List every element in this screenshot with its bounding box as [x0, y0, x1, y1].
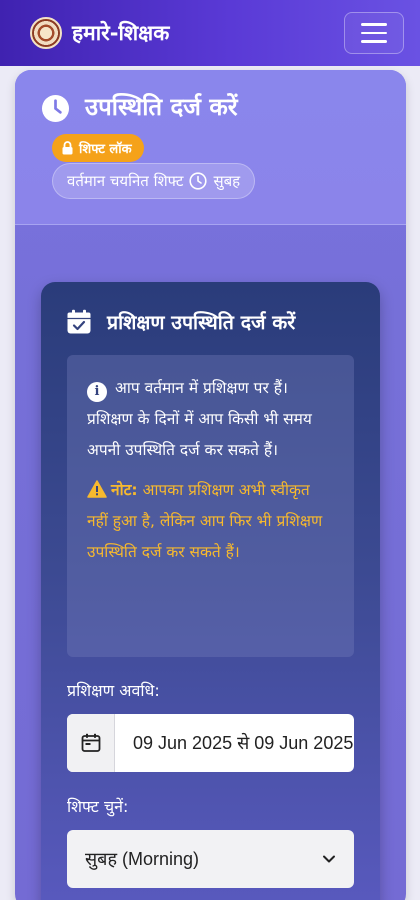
- current-shift-value: सुबह: [213, 172, 241, 190]
- clock-icon: [189, 172, 208, 190]
- shift-lock-label: शिफ्ट लॉक: [79, 142, 132, 157]
- clock-icon: [41, 94, 70, 123]
- warning-icon: [87, 480, 107, 498]
- lock-icon: [62, 141, 73, 155]
- page-title: उपस्थिति दर्ज करें: [85, 93, 238, 121]
- top-navbar: हमारे-शिक्षक: [0, 0, 420, 66]
- chevron-down-icon: [323, 855, 335, 863]
- attendance-card-header: उपस्थिति दर्ज करें शिफ्ट लॉक वर्तमान चयन…: [15, 70, 406, 225]
- training-period-label: प्रशिक्षण अवधि:: [67, 681, 160, 700]
- note-label: नोट:: [111, 481, 138, 499]
- training-info-text: आप वर्तमान में प्रशिक्षण पर हैं। प्रशिक्…: [87, 379, 312, 459]
- training-period-field[interactable]: 09 Jun 2025 से 09 Jun 2025: [67, 714, 354, 772]
- hamburger-icon: [361, 23, 387, 26]
- shift-lock-badge: शिफ्ट लॉक: [52, 134, 144, 162]
- shift-select[interactable]: सुबह (Morning): [67, 830, 354, 888]
- menu-toggle-button[interactable]: [344, 12, 404, 54]
- calendar-check-icon: [67, 309, 91, 334]
- current-shift-label: वर्तमान चयनित शिफ्ट: [67, 172, 184, 190]
- calendar-icon: [81, 733, 100, 752]
- brand-title[interactable]: हमारे-शिक्षक: [72, 19, 169, 47]
- shift-select-label: शिफ्ट चुनें:: [67, 797, 129, 816]
- approval-note: नोट: आपका प्रशिक्षण अभी स्वीकृत नहीं हुआ…: [87, 475, 334, 568]
- training-card-title: प्रशिक्षण उपस्थिति दर्ज करें: [107, 311, 296, 334]
- training-period-value: 09 Jun 2025 से 09 Jun 2025: [133, 733, 354, 753]
- current-shift-pill: वर्तमान चयनित शिफ्ट सुबह: [52, 163, 256, 199]
- info-icon: i: [87, 382, 107, 402]
- attendance-card: उपस्थिति दर्ज करें शिफ्ट लॉक वर्तमान चयन…: [15, 70, 406, 900]
- training-attendance-card: प्रशिक्षण उपस्थिति दर्ज करें i आप वर्तमान…: [41, 282, 380, 900]
- training-info-box: i आप वर्तमान में प्रशिक्षण पर हैं। प्रशिक…: [67, 355, 354, 657]
- emblem-logo[interactable]: [30, 17, 62, 49]
- shift-selected-value: सुबह (Morning): [85, 849, 200, 869]
